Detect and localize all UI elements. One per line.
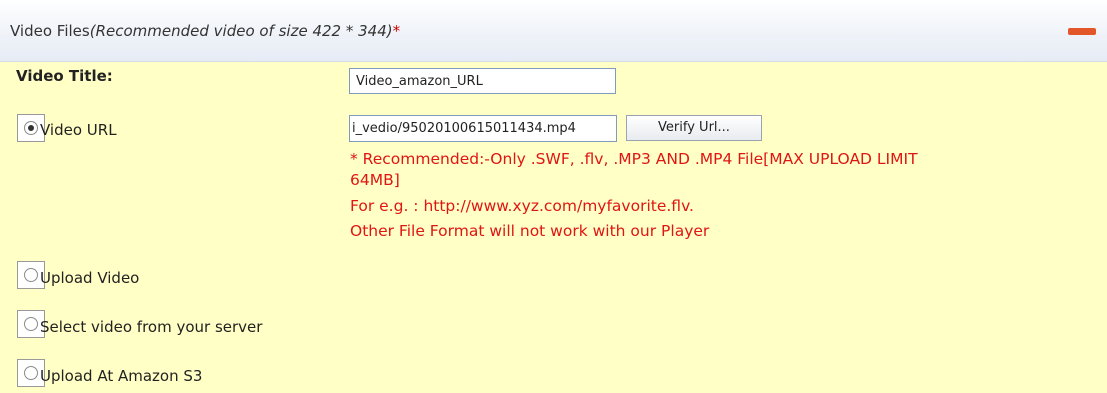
note-size-limit: 64MB] [350, 171, 400, 189]
video-title-input[interactable] [349, 68, 616, 94]
note-example: For e.g. : http://www.xyz.com/myfavorite… [350, 197, 694, 215]
required-mark: * [392, 22, 401, 40]
radio-circle [24, 317, 38, 331]
section-title-hint: (Recommended video of size 422 * 344) [89, 22, 393, 40]
radio-circle [24, 366, 38, 380]
section-title: Video Files(Recommended video of size 42… [10, 22, 400, 40]
section-title-main: Video Files [10, 22, 90, 40]
radio-circle [24, 268, 38, 282]
select-from-server-label: Select video from your server [40, 318, 263, 336]
radio-selected-dot [28, 125, 34, 131]
radio-circle [24, 121, 38, 135]
video-url-input[interactable] [349, 115, 617, 142]
verify-url-button[interactable]: Verify Url... [626, 115, 762, 141]
upload-video-label: Upload Video [40, 269, 140, 287]
collapse-minus-icon[interactable] [1068, 28, 1096, 35]
upload-amazon-s3-label: Upload At Amazon S3 [40, 367, 203, 385]
note-recommended: * Recommended:-Only .SWF, .flv, .MP3 AND… [350, 150, 918, 168]
video-url-label: Video URL [40, 121, 117, 139]
video-title-label: Video Title: [16, 67, 113, 85]
section-header: Video Files(Recommended video of size 42… [0, 0, 1107, 62]
note-format-warning: Other File Format will not work with our… [350, 222, 710, 240]
